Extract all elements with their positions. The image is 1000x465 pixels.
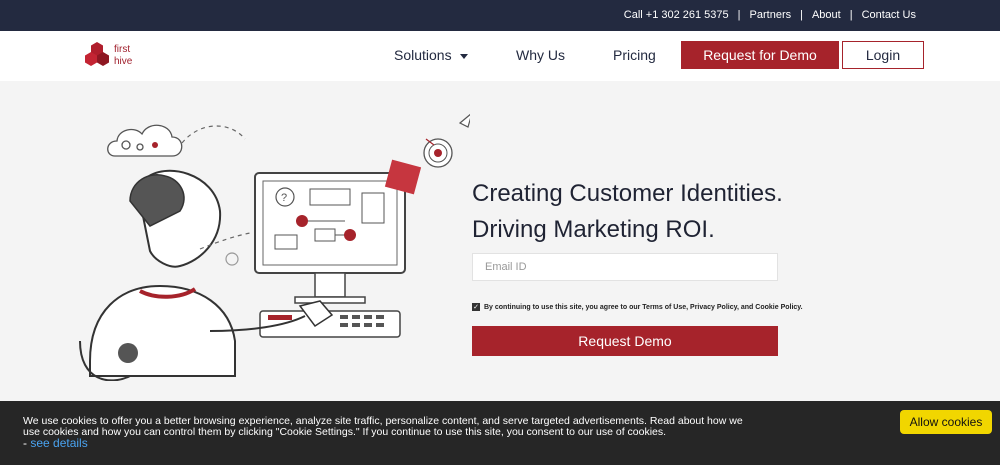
email-input[interactable] bbox=[472, 253, 778, 281]
separator: | bbox=[800, 9, 803, 21]
consent-text: By continuing to use this site, you agre… bbox=[484, 303, 803, 311]
headline-line-1: Creating Customer Identities. bbox=[472, 180, 783, 207]
request-demo-button[interactable]: Request Demo bbox=[472, 326, 778, 356]
logo-text: first hive bbox=[114, 44, 133, 67]
contact-link[interactable]: Contact Us bbox=[862, 9, 916, 21]
see-details-link[interactable]: see details bbox=[30, 436, 87, 450]
hero-headline: Creating Customer Identities. Driving Ma… bbox=[472, 176, 783, 248]
consent-row: ✓ By continuing to use this site, you ag… bbox=[472, 303, 803, 311]
hero-illustration: ? bbox=[79, 113, 470, 381]
logo-hexagon-icon bbox=[85, 42, 109, 66]
caret-down-icon bbox=[459, 53, 468, 59]
checkbox-checked-icon[interactable]: ✓ bbox=[472, 303, 480, 311]
main-nav: first hive Solutions Why Us Pricing Requ… bbox=[0, 31, 1000, 81]
svg-text:?: ? bbox=[281, 192, 287, 204]
separator: | bbox=[849, 9, 853, 21]
login-button[interactable]: Login bbox=[842, 41, 924, 69]
cookie-banner: We use cookies to offer you a better bro… bbox=[0, 401, 1000, 465]
about-link[interactable]: About bbox=[812, 9, 841, 21]
partners-link[interactable]: Partners bbox=[750, 9, 792, 21]
request-demo-nav-button[interactable]: Request for Demo bbox=[681, 41, 839, 69]
cloud-social-icon bbox=[107, 124, 183, 157]
top-bar: Call +1 302 261 5375 | Partners | About … bbox=[0, 0, 1000, 31]
firsthive-logo[interactable]: first hive bbox=[84, 40, 154, 74]
target-icon bbox=[423, 138, 453, 168]
nav-solutions[interactable]: Solutions bbox=[394, 47, 468, 63]
allow-cookies-button[interactable]: Allow cookies bbox=[900, 410, 992, 434]
headline-line-2: Driving Marketing ROI. bbox=[472, 216, 715, 243]
privacy-link[interactable]: Privacy Policy bbox=[690, 304, 737, 311]
top-links: Call +1 302 261 5375 | Partners | About … bbox=[624, 9, 916, 21]
phone-link[interactable]: Call +1 302 261 5375 bbox=[624, 9, 729, 21]
nav-pricing[interactable]: Pricing bbox=[613, 47, 656, 63]
cookie-details: - see details bbox=[23, 436, 88, 450]
nav-why-us[interactable]: Why Us bbox=[516, 47, 565, 63]
separator: | bbox=[737, 9, 741, 21]
cookie-policy-link[interactable]: Cookie Policy bbox=[755, 304, 800, 311]
cookie-message: We use cookies to offer you a better bro… bbox=[23, 415, 743, 438]
hero-section: ? Creating Customer Identities. Driving … bbox=[0, 81, 1000, 401]
terms-link[interactable]: Terms of Use bbox=[642, 304, 686, 311]
